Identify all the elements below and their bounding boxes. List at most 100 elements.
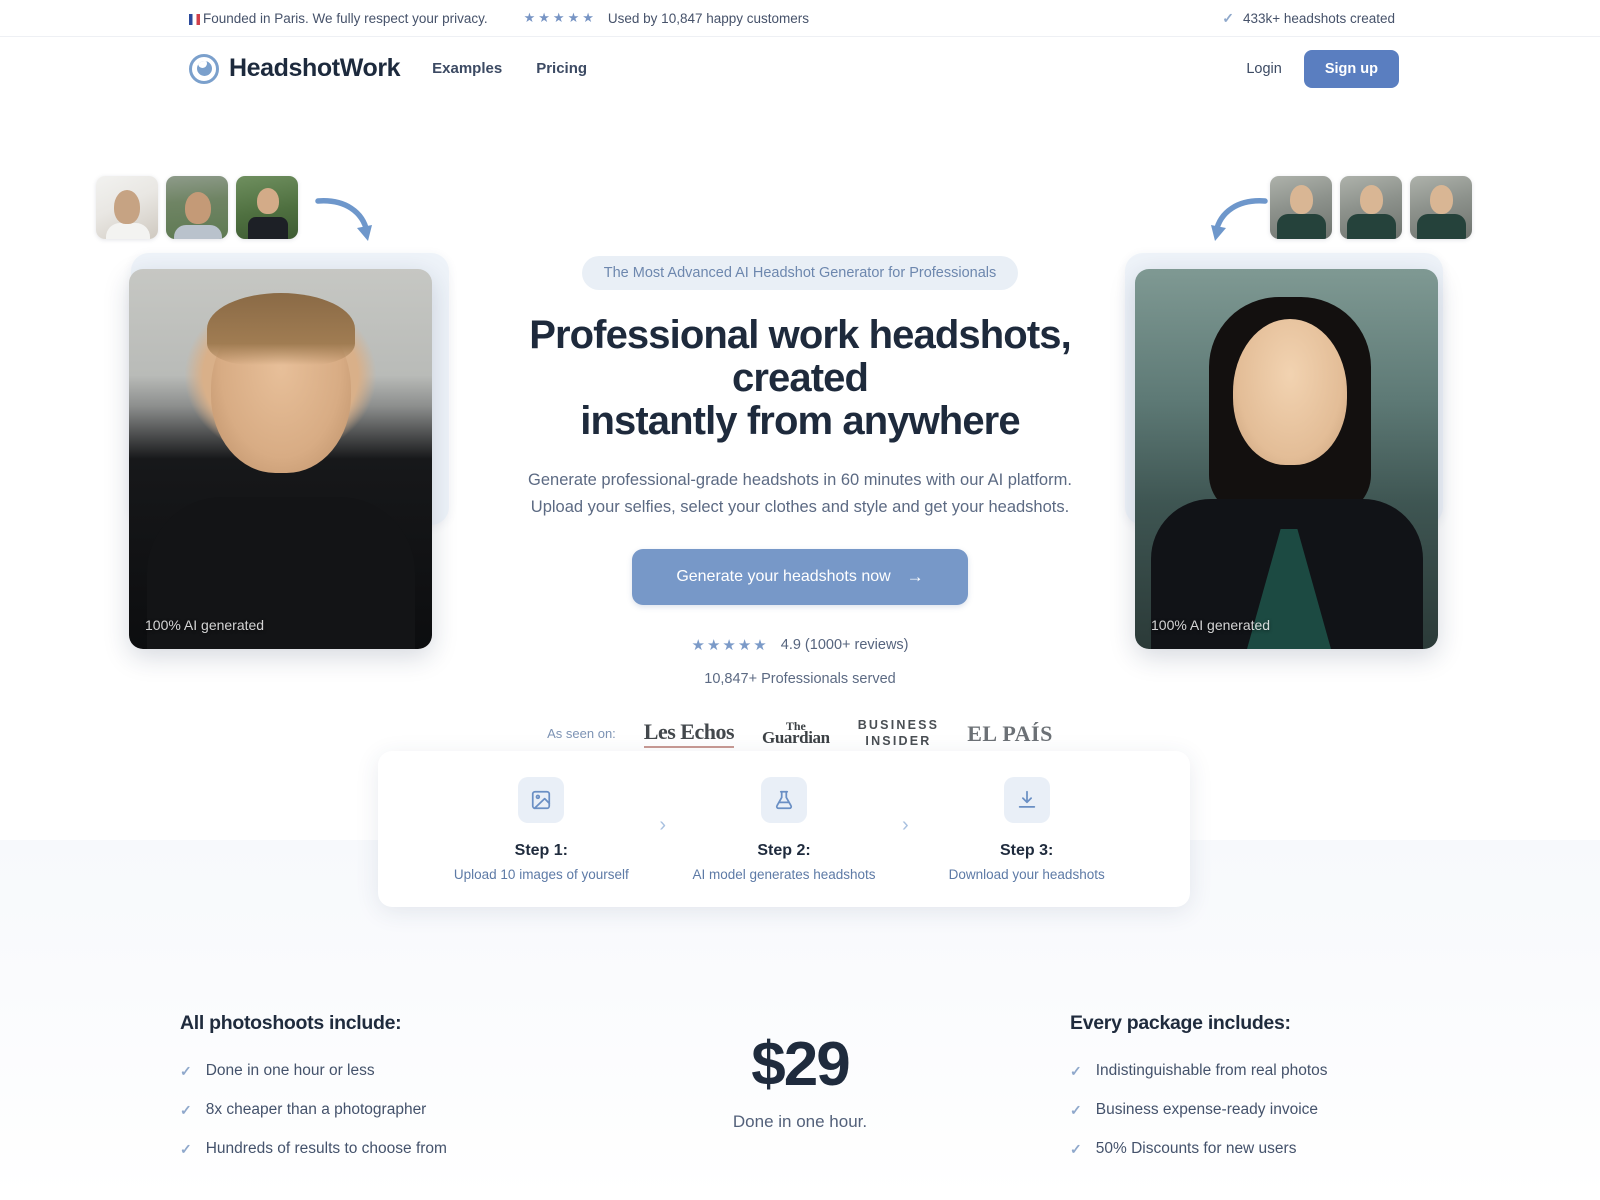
list-item: ✓ Done in one hour or less [180,1062,530,1080]
press-logos-row: As seen on: Les Echos The Guardian BUSIN… [480,718,1120,749]
brand-name: HeadshotWork [229,54,401,82]
output-headshots-strip [1270,176,1472,239]
check-icon: ✓ [180,1101,192,1118]
bi-line-2: INSIDER [865,733,932,748]
how-it-works-card: Step 1: Upload 10 images of yourself › S… [378,751,1190,907]
feature-text: Indistinguishable from real photos [1095,1062,1328,1079]
feature-text: Done in one hour or less [205,1062,375,1079]
headshots-created-text: 433k+ headshots created [1243,10,1395,26]
list-item: ✓ 50% Discounts for new users [1070,1140,1420,1158]
generate-headshots-button[interactable]: Generate your headshots now → [632,549,968,605]
professionals-served-text: 10,847+ Professionals served [704,671,896,687]
curved-arrow-down-right-icon [315,198,372,241]
business-insider-logo: BUSINESS INSIDER [858,718,940,749]
landing-page: Founded in Paris. We fully respect your … [0,0,1600,1200]
price-column: $29 Done in one hour. [650,1012,950,1132]
el-pais-logo: EL PAÍS [967,720,1053,746]
package-includes-title: Every package includes: [1070,1012,1291,1034]
result-thumb-2[interactable] [1340,176,1402,239]
headshotwork-logo-icon [189,53,219,84]
result-thumb-1[interactable] [1270,176,1332,239]
feature-text: 8x cheaper than a photographer [205,1101,427,1118]
signup-button[interactable]: Sign up [1303,49,1399,88]
les-echos-logo: Les Echos [643,719,735,749]
founded-text: Founded in Paris. We fully respect your … [203,10,488,26]
cta-label: Generate your headshots now [676,568,891,585]
curved-arrow-down-left-icon [1211,198,1268,241]
login-link[interactable]: Login [1246,61,1281,77]
photoshoots-include-column: All photoshoots include: ✓ Done in one h… [180,1012,530,1158]
nav-links: Examples Pricing [432,60,587,77]
image-icon [518,776,565,823]
package-includes-column: Every package includes: ✓ Indistinguisha… [1070,1012,1420,1158]
hero-photo-male: 100% AI generated [129,269,432,649]
nav-link-examples[interactable]: Examples [432,60,502,77]
customers-notice: ★★★★★ Used by 10,847 happy customers [524,10,809,26]
heading-line-2: instantly from anywhere [580,399,1020,444]
selfie-thumb-2[interactable] [166,176,228,239]
list-item: ✓ Business expense-ready invoice [1070,1101,1420,1119]
main-navbar: HeadshotWork Examples Pricing Login Sign… [0,37,1600,100]
step-1-title: Step 1: [514,841,568,859]
brand-logo-link[interactable]: HeadshotWork [189,53,401,84]
check-icon: ✓ [1222,9,1234,26]
ai-generated-caption-right: 100% AI generated [1151,617,1271,633]
subtitle-line-1: Generate professional-grade headshots in… [528,470,1072,489]
selfie-thumb-3[interactable] [236,176,298,239]
list-item: ✓ Indistinguishable from real photos [1070,1062,1420,1080]
photoshoots-include-title: All photoshoots include: [180,1012,402,1034]
the-guardian-logo: The Guardian [762,720,830,748]
customers-text: Used by 10,847 happy customers [607,10,810,26]
check-icon: ✓ [1070,1101,1082,1118]
step-2-desc: AI model generates headshots [692,866,876,882]
stars-icon: ★★★★★ [523,10,597,25]
list-item: ✓ 8x cheaper than a photographer [180,1101,530,1119]
check-icon: ✓ [180,1062,192,1079]
guardian-line-2: Guardian [762,728,830,748]
result-thumb-3[interactable] [1410,176,1472,239]
france-flag-icon [189,13,200,25]
price-caption: Done in one hour. [732,1112,868,1131]
subtitle-line-2: Upload your selfies, select your clothes… [530,497,1070,516]
announcement-bar: Founded in Paris. We fully respect your … [0,0,1600,37]
hero-photo-left-wrap: 100% AI generated [129,253,449,649]
download-icon [1003,776,1050,823]
rating-row: ★★★★★ 4.9 (1000+ reviews) [480,636,1120,654]
feature-text: Hundreds of results to choose from [205,1140,447,1157]
headshots-created-notice: ✓ 433k+ headshots created [1222,10,1395,27]
hero-badge: The Most Advanced AI Headshot Generator … [581,256,1019,290]
arrow-right-icon: → [906,567,924,586]
hero-photo-female: 100% AI generated [1135,269,1438,649]
step-2: Step 2: AI model generates headshots [668,776,900,882]
step-3-desc: Download your headshots [948,866,1105,882]
hero-subtitle: Generate professional-grade headshots in… [480,467,1120,521]
feature-text: Business expense-ready invoice [1095,1101,1319,1118]
step-1-desc: Upload 10 images of yourself [453,866,629,882]
price-amount: $29 [751,1030,850,1099]
features-pricing-section: All photoshoots include: ✓ Done in one h… [180,1012,1420,1158]
feature-text: 50% Discounts for new users [1095,1140,1297,1157]
chevron-right-icon: › [902,813,909,836]
ai-generated-caption-left: 100% AI generated [145,617,265,633]
step-1: Step 1: Upload 10 images of yourself [425,776,657,882]
rating-text: 4.9 (1000+ reviews) [780,637,909,653]
list-item: ✓ Hundreds of results to choose from [180,1140,530,1158]
input-selfies-strip [96,176,298,239]
step-3: Step 3: Download your headshots [911,776,1143,882]
hero-photo-right-wrap: 100% AI generated [1125,253,1443,649]
stars-icon: ★★★★★ [691,637,769,654]
check-icon: ✓ [1070,1062,1082,1079]
hero-content: The Most Advanced AI Headshot Generator … [480,256,1120,749]
nav-link-pricing[interactable]: Pricing [536,60,587,77]
step-2-title: Step 2: [757,841,811,859]
selfie-thumb-1[interactable] [96,176,158,239]
as-seen-on-label: As seen on: [547,726,616,742]
flask-icon [761,776,807,823]
founded-notice: Founded in Paris. We fully respect your … [189,11,488,26]
step-3-title: Step 3: [1000,841,1054,859]
bi-line-1: BUSINESS [857,718,940,732]
page-title: Professional work headshots, created ins… [480,313,1120,444]
chevron-right-icon: › [659,813,666,836]
check-icon: ✓ [1070,1140,1082,1157]
heading-line-1: Professional work headshots, created [529,313,1072,401]
